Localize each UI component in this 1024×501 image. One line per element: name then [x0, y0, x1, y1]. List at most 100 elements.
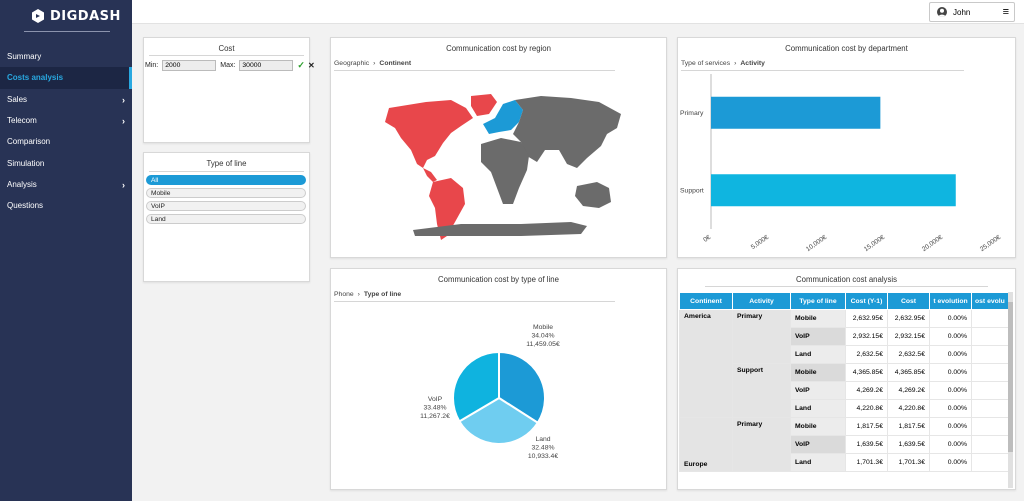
type-of-line-cell: Mobile: [790, 363, 846, 382]
value-cell: 2,932.15€: [887, 327, 930, 346]
category-label: Primary: [680, 110, 704, 117]
sidebar-item-label: Sales: [7, 94, 28, 104]
type-of-line-card: Type of line All Mobile VoIP Land: [143, 152, 310, 282]
map-greenland[interactable]: [471, 94, 497, 116]
value-cell: 0.00%: [929, 309, 972, 328]
sidebar-item-telecom[interactable]: Telecom ›: [0, 110, 132, 131]
empty-cell: [971, 345, 1009, 364]
table-row[interactable]: Europe Primary Mobile 1,817.5€ 1,817.5€ 0.00%: [679, 417, 1009, 472]
empty-cell: [971, 363, 1009, 382]
sidebar-item-label: Analysis: [7, 179, 37, 189]
column-header[interactable]: Cost: [887, 292, 930, 310]
column-header[interactable]: ost evolu: [971, 292, 1009, 310]
value-cell: 2,632.95€: [887, 309, 930, 328]
value-cell: 2,632.5€: [845, 345, 888, 364]
sidebar-item-comparison[interactable]: Comparison: [0, 131, 132, 152]
type-of-line-cell: VoIP: [790, 381, 846, 400]
map-australia[interactable]: [575, 182, 611, 208]
table-scrollbar[interactable]: [1008, 292, 1013, 488]
sidebar-item-label: Simulation: [7, 158, 45, 168]
type-of-line-cell: Mobile: [790, 309, 846, 328]
cost-filter-title: Cost: [218, 44, 235, 53]
department-chart-card: Communication cost by department Type of…: [677, 37, 1016, 258]
sidebar-nav: Summary Costs analysis Sales › Telecom › Compa…: [0, 46, 132, 216]
chevron-right-icon: ›: [122, 115, 125, 126]
max-label: Max:: [220, 62, 236, 69]
hamburger-menu-icon[interactable]: ≡: [1003, 6, 1009, 18]
sidebar-item-label: Summary: [7, 52, 42, 62]
empty-cell: [971, 453, 1009, 472]
empty-cell: [971, 435, 1009, 454]
table-row[interactable]: America Primary Mobile 2,632.95€ 2,632.95€ 0.…: [679, 309, 1009, 418]
pie-label-name: Mobile: [533, 324, 553, 331]
activity-cell: Primary: [732, 417, 791, 472]
logo[interactable]: DIGDASH: [31, 8, 121, 24]
clear-x-icon[interactable]: ✕: [308, 61, 315, 70]
type-of-line-cell: VoIP: [790, 327, 846, 346]
column-header[interactable]: Continent: [679, 292, 733, 310]
x-tick-label: 15,000€: [863, 234, 887, 253]
activity-cell: Primary: [732, 309, 791, 364]
type-of-line-cell: VoIP: [790, 435, 846, 454]
value-cell: 4,365.85€: [845, 363, 888, 382]
line-option-all[interactable]: All: [146, 175, 306, 185]
map-asia[interactable]: [513, 96, 621, 168]
sidebar: DIGDASH Summary Costs analysis Sales › Telec…: [0, 0, 132, 501]
value-cell: 0.00%: [929, 381, 972, 400]
empty-cell: [971, 399, 1009, 418]
empty-cell: [971, 309, 1009, 328]
map-africa[interactable]: [481, 138, 529, 204]
column-header[interactable]: t evolution: [929, 292, 972, 310]
type-of-line-cell: Land: [790, 345, 846, 364]
min-label: Min:: [145, 62, 159, 69]
analysis-title: Communication cost analysis: [796, 275, 897, 284]
map-north-america[interactable]: [385, 100, 473, 168]
value-cell: 4,220.8€: [845, 399, 888, 418]
sidebar-item-summary[interactable]: Summary: [0, 46, 132, 67]
x-tick-label: 5,000€: [750, 234, 771, 251]
pie-label-name: VoIP: [428, 396, 443, 403]
pie-label-pct: 33.48%: [423, 405, 446, 412]
type-of-line-title: Type of line: [206, 159, 247, 168]
column-header[interactable]: Cost (Y-1): [845, 292, 888, 310]
user-menu-button[interactable]: John ≡: [929, 2, 1015, 22]
sidebar-item-label: Telecom: [7, 116, 37, 126]
sidebar-item-label: Questions: [7, 201, 44, 211]
empty-cell: [971, 417, 1009, 436]
min-cost-input[interactable]: [162, 60, 217, 71]
line-option-voip[interactable]: VoIP: [146, 201, 306, 211]
value-cell: 4,220.8€: [887, 399, 930, 418]
chevron-right-icon: ›: [122, 179, 125, 190]
bar-support[interactable]: [711, 174, 956, 207]
x-tick-label: 10,000€: [805, 234, 829, 253]
value-cell: 1,817.5€: [845, 417, 888, 436]
pie-label-amount: 11,459.05€: [526, 341, 560, 348]
sidebar-item-analysis[interactable]: Analysis ›: [0, 174, 132, 195]
sidebar-item-questions[interactable]: Questions: [0, 195, 132, 216]
scrollbar-thumb[interactable]: [1008, 302, 1013, 452]
pie-label-amount: 10,933.4€: [528, 453, 558, 460]
cost-analysis-table: Continent Activity Type of line Cost (Y-1) C…: [679, 292, 1009, 472]
title-divider: [149, 55, 304, 56]
bar-primary[interactable]: [711, 96, 881, 129]
line-option-land[interactable]: Land: [146, 214, 306, 224]
map-central-america[interactable]: [423, 168, 437, 182]
sidebar-item-simulation[interactable]: Simulation: [0, 152, 132, 173]
type-of-line-cell: Mobile: [790, 417, 846, 436]
sidebar-item-sales[interactable]: Sales ›: [0, 89, 132, 110]
max-cost-input[interactable]: [239, 60, 294, 71]
sidebar-item-costs-analysis[interactable]: Costs analysis: [0, 67, 132, 89]
logo-divider: [24, 31, 110, 32]
x-tick-label: 0€: [702, 234, 712, 244]
column-header[interactable]: Type of line: [790, 292, 846, 310]
value-cell: 0.00%: [929, 453, 972, 472]
line-option-mobile[interactable]: Mobile: [146, 188, 306, 198]
value-cell: 2,932.15€: [845, 327, 888, 346]
user-avatar-icon: [937, 7, 947, 17]
column-header[interactable]: Activity: [732, 292, 791, 310]
pie-label-pct: 34.04%: [531, 333, 554, 340]
value-cell: 0.00%: [929, 435, 972, 454]
apply-check-icon[interactable]: ✓: [297, 60, 305, 71]
top-bar: John ≡: [132, 0, 1024, 24]
continent-cell: America: [679, 309, 733, 418]
